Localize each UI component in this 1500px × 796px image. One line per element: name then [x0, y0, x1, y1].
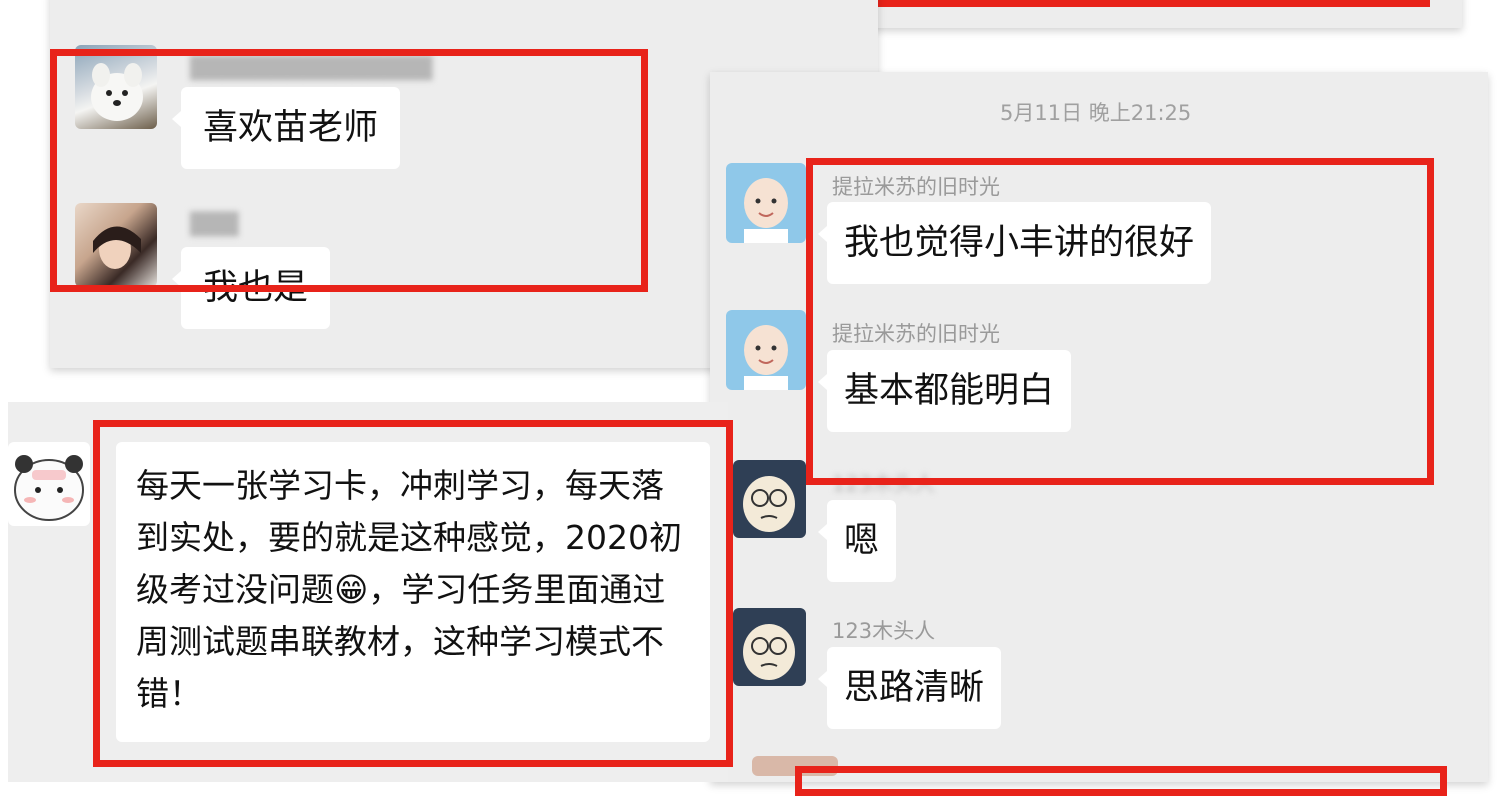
- timestamp: 5月11日 晚上21:25: [1000, 101, 1192, 125]
- message-bubble[interactable]: 嗯: [817, 500, 897, 582]
- cartoon-avatar[interactable]: [733, 460, 806, 538]
- baby-icon: [744, 325, 788, 390]
- cartoon-avatar[interactable]: [733, 608, 806, 686]
- panda-sticker-avatar[interactable]: [8, 442, 90, 526]
- cartoon-face-icon: [743, 476, 795, 532]
- panda-icon: [14, 455, 84, 521]
- highlight-box-left: [50, 49, 648, 292]
- highlight-box-bottom-left: [93, 420, 733, 767]
- highlight-box-right: [806, 158, 1434, 485]
- highlight-box-bottom-right: [795, 766, 1447, 796]
- sender-name: 123木头人: [832, 619, 936, 643]
- cartoon-face-icon: [743, 624, 795, 680]
- baby-icon: [744, 178, 788, 243]
- message-bubble[interactable]: 思路清晰: [817, 647, 1002, 729]
- baby-avatar[interactable]: [726, 310, 806, 390]
- baby-avatar[interactable]: [726, 163, 806, 243]
